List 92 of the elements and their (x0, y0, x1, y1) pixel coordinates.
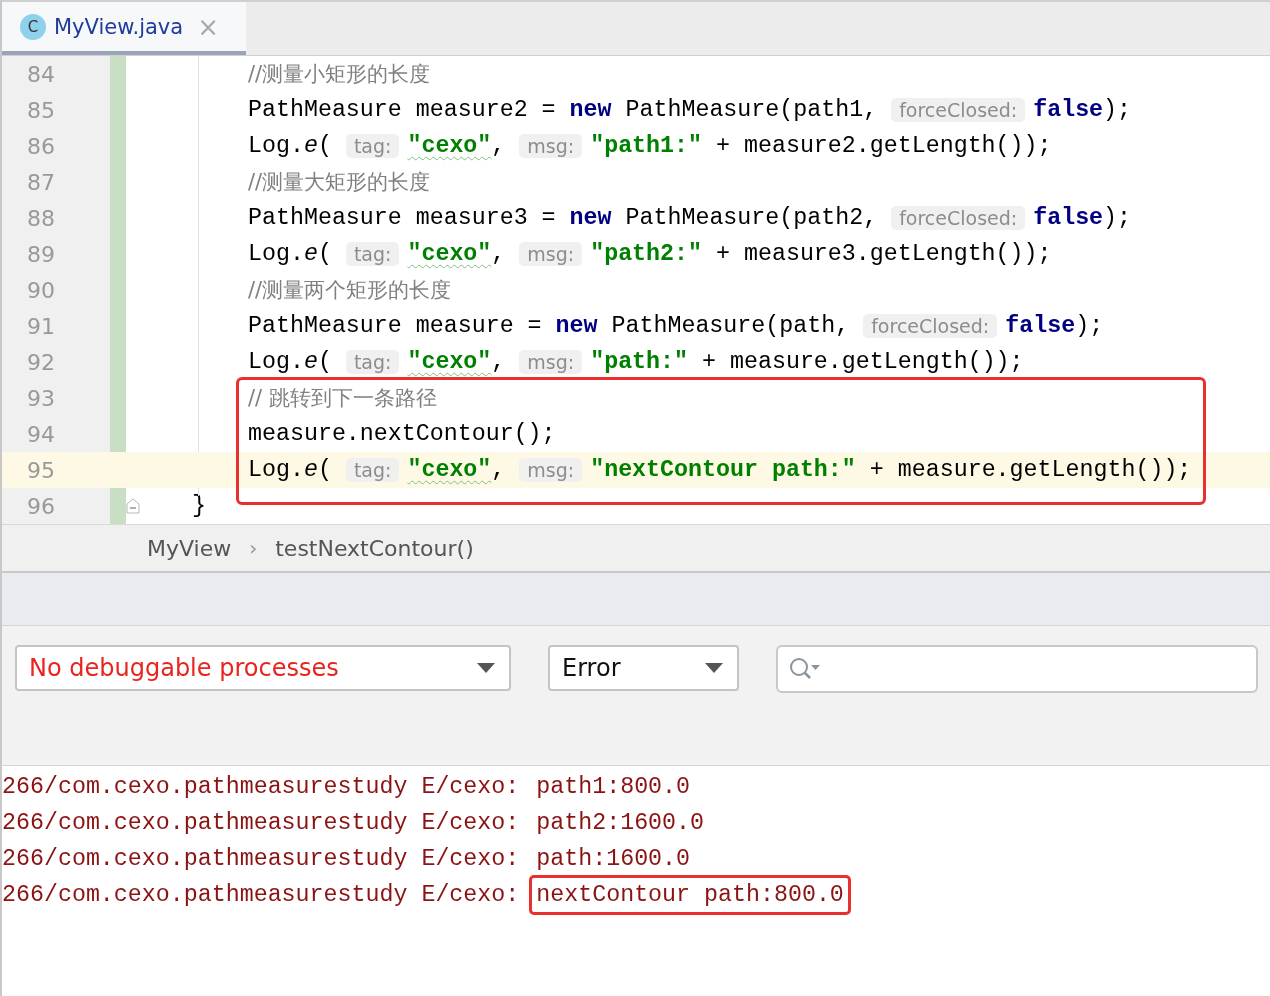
breadcrumb-item[interactable]: testNextContour() (275, 535, 474, 561)
log-level-dropdown[interactable]: Error (548, 645, 739, 691)
breadcrumb-item[interactable]: MyView (147, 535, 232, 561)
caret-icon (477, 663, 495, 673)
log-tag: 266/com.cexo.pathmeasurestudy E/cexo: (2, 810, 520, 836)
line-number: 96 (2, 488, 110, 524)
code-text: ( (317, 241, 333, 267)
code-text: Log. (248, 241, 304, 267)
code-text: ( (317, 457, 333, 483)
log-message: path2:1600.0 (535, 809, 706, 838)
process-dropdown[interactable]: No debuggable processes (15, 645, 511, 691)
code-text: PathMeasure(path1, (624, 97, 879, 123)
code-text: measure.nextContour(); (248, 421, 556, 447)
line-number: 87 (2, 164, 110, 200)
code-comment: //测量大矩形的长度 (248, 169, 431, 196)
line-number: 92 (2, 344, 110, 380)
string-literal: "cexo" (407, 133, 492, 159)
code-text: , (491, 241, 507, 267)
code-comment: // 跳转到下一条路径 (248, 385, 437, 412)
fold-icon[interactable] (126, 498, 140, 514)
code-text: + measure2.getLength()); (715, 133, 1052, 159)
parameter-hint: forceClosed: (891, 98, 1026, 122)
code-text: } (192, 493, 206, 519)
code-text: PathMeasure measure3 = (248, 205, 557, 231)
keyword-text: false (1033, 97, 1104, 123)
log-tag: 266/com.cexo.pathmeasurestudy E/cexo: (2, 774, 520, 800)
code-text: PathMeasure measure = (248, 313, 543, 339)
code-text: , (491, 133, 507, 159)
code-text: Log. (248, 349, 304, 375)
line-number: 91 (2, 308, 110, 344)
keyword-text: false (1033, 205, 1104, 231)
code-text: + measure3.getLength()); (715, 241, 1052, 267)
code-text: + measure.getLength()); (701, 349, 1024, 375)
log-message: nextContour path:800.0 (529, 875, 851, 915)
code-text: ); (1075, 313, 1104, 339)
parameter-hint: tag: (345, 458, 400, 482)
string-literal: "cexo" (407, 457, 492, 483)
log-message: path1:800.0 (535, 773, 692, 802)
line-number: 86 (2, 128, 110, 164)
keyword-text: false (1005, 313, 1076, 339)
code-text: PathMeasure(path, (610, 313, 851, 339)
parameter-hint: tag: (345, 134, 400, 158)
line-number: 84 (2, 56, 110, 92)
line-number: 85 (2, 92, 110, 128)
log-tag: 266/com.cexo.pathmeasurestudy E/cexo: (2, 846, 520, 872)
log-message: path:1600.0 (535, 845, 692, 874)
parameter-hint: forceClosed: (863, 314, 998, 338)
code-text: PathMeasure(path2, (624, 205, 879, 231)
method-name: e (303, 133, 318, 159)
class-icon: C (20, 13, 46, 40)
line-number: 89 (2, 236, 110, 272)
caret-icon (705, 663, 723, 673)
file-tab[interactable]: C MyView.java × (2, 2, 246, 55)
line-number: 94 (2, 416, 110, 452)
parameter-hint: msg: (519, 134, 583, 158)
code-comment: //测量小矩形的长度 (248, 61, 431, 88)
search-field[interactable] (776, 645, 1258, 693)
chevron-icon: › (249, 536, 258, 560)
keyword-text: new (555, 313, 598, 339)
parameter-hint: tag: (345, 242, 400, 266)
code-text: ); (1103, 97, 1132, 123)
parameter-hint: msg: (519, 350, 583, 374)
parameter-hint: forceClosed: (891, 206, 1026, 230)
code-text: PathMeasure measure2 = (248, 97, 557, 123)
string-literal: "cexo" (407, 349, 492, 375)
code-text: ( (317, 349, 333, 375)
tab-title: MyView.java (54, 14, 184, 39)
keyword-text: new (569, 97, 612, 123)
code-text: ( (317, 133, 333, 159)
string-literal: "path1:" (590, 133, 702, 159)
string-literal: "nextContour path:" (590, 457, 856, 483)
log-tag: 266/com.cexo.pathmeasurestudy E/cexo: (2, 882, 520, 908)
parameter-hint: tag: (345, 350, 400, 374)
code-text: , (491, 457, 507, 483)
string-literal: "path2:" (590, 241, 702, 267)
code-text: + measure.getLength()); (868, 457, 1192, 483)
code-text: Log. (248, 457, 304, 483)
code-text: Log. (248, 133, 304, 159)
code-text: ); (1103, 205, 1132, 231)
method-name: e (303, 457, 318, 483)
line-number: 88 (2, 200, 110, 236)
line-number: 93 (2, 380, 110, 416)
string-literal: "path:" (590, 349, 689, 375)
line-number: 90 (2, 272, 110, 308)
method-name: e (303, 241, 318, 267)
keyword-text: new (569, 205, 612, 231)
parameter-hint: msg: (519, 458, 583, 482)
string-literal: "cexo" (407, 241, 492, 267)
code-text: , (491, 349, 507, 375)
parameter-hint: msg: (519, 242, 583, 266)
method-name: e (303, 349, 318, 375)
code-comment: //测量两个矩形的长度 (248, 277, 452, 304)
